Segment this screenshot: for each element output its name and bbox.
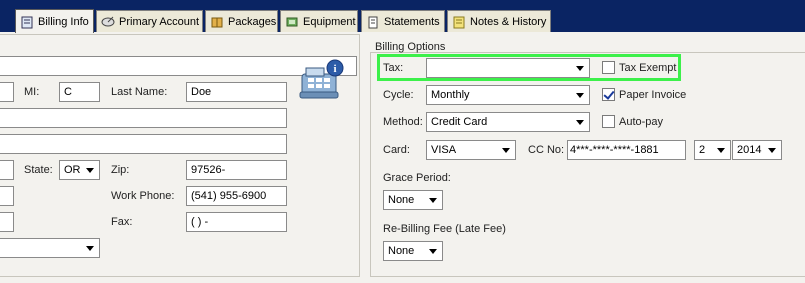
rebilling-fee-dropdown[interactable]: None [383, 241, 443, 261]
card-label: Card: [383, 144, 410, 156]
paper-invoice-label: Paper Invoice [619, 89, 687, 101]
chevron-down-icon [768, 148, 776, 153]
exp-year-value: 2014 [737, 144, 762, 156]
card-type-dropdown[interactable]: VISA [426, 140, 516, 160]
exp-month-dropdown[interactable]: 2 [694, 140, 731, 160]
cc-no-label: CC No: [528, 144, 565, 156]
tab-billing-info[interactable]: Billing Info [15, 9, 94, 33]
state-value: OR [64, 164, 81, 176]
address-line-2-field[interactable] [0, 134, 287, 154]
chevron-down-icon [502, 148, 510, 153]
zip-field[interactable]: 97526- [186, 160, 287, 180]
svg-text:i: i [333, 63, 336, 75]
card-type-value: VISA [431, 144, 457, 156]
cycle-label: Cycle: [383, 89, 414, 101]
method-value: Credit Card [431, 116, 488, 128]
method-label: Method: [383, 116, 423, 128]
billing-options-title: Billing Options [375, 41, 446, 53]
cycle-value: Monthly [431, 89, 470, 101]
tab-label: Billing Info [38, 15, 89, 28]
exp-month-value: 2 [699, 144, 706, 156]
last-name-field[interactable]: Doe [186, 82, 287, 102]
grace-period-label: Grace Period: [383, 172, 451, 184]
statement-icon [366, 15, 380, 29]
chevron-down-icon [576, 120, 584, 125]
tab-label: Notes & History [470, 15, 547, 28]
tab-label: Statements [384, 15, 440, 28]
autopay-checkbox[interactable] [602, 115, 615, 128]
chevron-down-icon [429, 249, 437, 254]
tab-equipment[interactable]: Equipment [280, 10, 358, 32]
tax-highlight-box [377, 54, 681, 81]
tab-strip: Billing Info Primary Account Packages Eq… [0, 9, 805, 33]
grace-period-value: None [388, 194, 415, 206]
chevron-down-icon [86, 168, 94, 173]
method-dropdown[interactable]: Credit Card [426, 112, 590, 132]
chevron-down-icon [86, 246, 94, 251]
address-line-1-field[interactable] [0, 108, 287, 128]
cc-number-field[interactable]: 4***-****-****-1881 [567, 140, 686, 160]
work-phone-label: Work Phone: [111, 190, 175, 202]
tab-label: Primary Account [119, 15, 200, 28]
paper-invoice-checkbox[interactable] [602, 88, 615, 101]
grace-period-dropdown[interactable]: None [383, 190, 443, 210]
rebilling-fee-label: Re-Billing Fee (Late Fee) [383, 223, 506, 235]
city-field[interactable] [0, 160, 14, 180]
billing-icon [20, 15, 34, 29]
work-phone-field[interactable]: (541) 955-6900 [186, 186, 287, 206]
last-name-label: Last Name: [111, 86, 168, 98]
customer-type-dropdown[interactable] [0, 238, 100, 258]
mi-label: MI: [24, 86, 40, 98]
tab-notes-history[interactable]: Notes & History [447, 10, 551, 32]
mi-field[interactable]: C [59, 82, 100, 102]
package-icon [210, 15, 224, 29]
tab-primary-account[interactable]: Primary Account [96, 10, 203, 32]
fax-field[interactable]: ( ) - [186, 212, 287, 232]
autopay-label: Auto-pay [619, 116, 664, 128]
tab-packages[interactable]: Packages [205, 10, 278, 32]
tab-statements[interactable]: Statements [361, 10, 445, 32]
window-titlebar [0, 0, 805, 10]
state-dropdown[interactable]: OR [59, 160, 100, 180]
satellite-dish-icon [101, 15, 115, 29]
fax-label: Fax: [111, 216, 133, 228]
equipment-icon [285, 15, 299, 29]
chevron-down-icon [717, 148, 725, 153]
state-label: State: [24, 164, 53, 176]
cash-register-icon: i [296, 58, 346, 102]
tab-label: Equipment [303, 15, 356, 28]
notes-icon [452, 15, 466, 29]
first-name-field[interactable] [0, 82, 14, 102]
cycle-dropdown[interactable]: Monthly [426, 85, 590, 105]
rebilling-fee-value: None [388, 245, 415, 257]
chevron-down-icon [429, 198, 437, 203]
tab-label: Packages [228, 15, 277, 28]
mobile-phone-field[interactable] [0, 212, 14, 232]
zip-label: Zip: [111, 164, 130, 176]
chevron-down-icon [576, 93, 584, 98]
exp-year-dropdown[interactable]: 2014 [732, 140, 782, 160]
home-phone-field[interactable] [0, 186, 14, 206]
